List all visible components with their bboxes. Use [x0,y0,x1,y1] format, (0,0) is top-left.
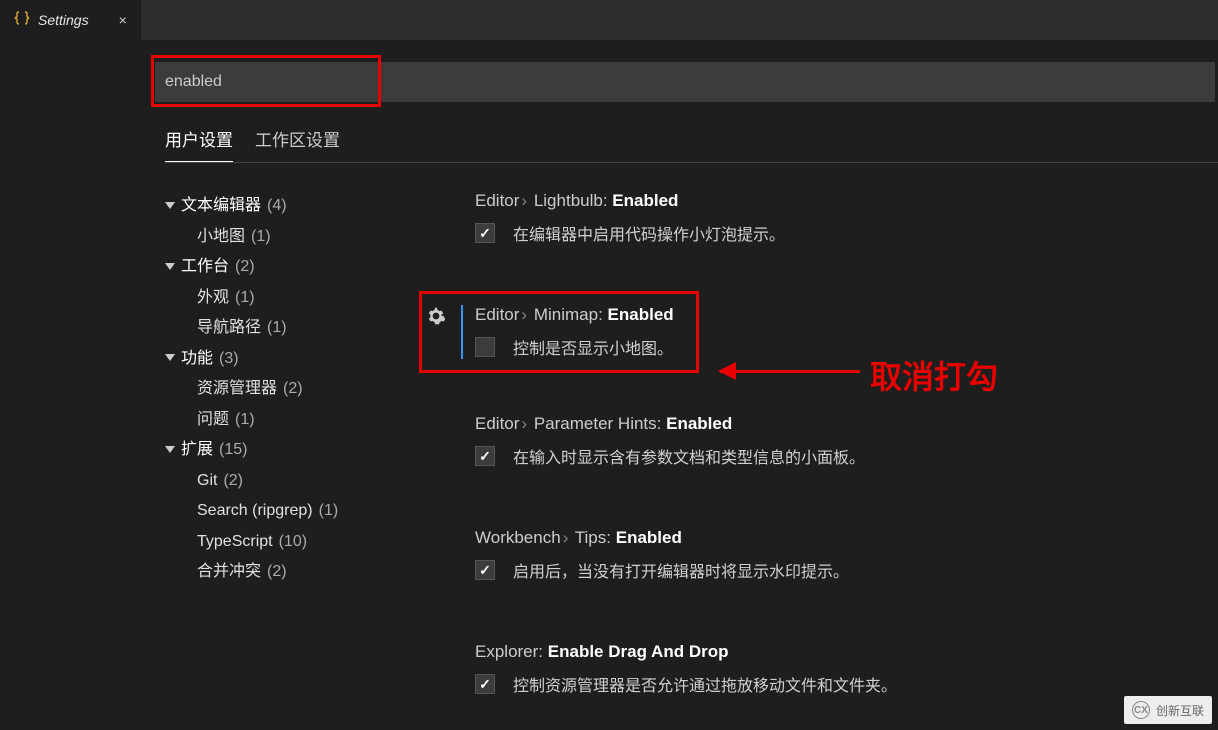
checkbox-explorer-dragdrop[interactable] [475,674,495,694]
setting-description: 控制是否显示小地图。 [513,335,673,359]
tree-item-extensions[interactable]: 扩展(15) [165,435,455,466]
tree-item-problems[interactable]: 问题(1) [165,405,455,436]
setting-title: Explorer: Enable Drag And Drop [475,642,1218,662]
watermark-text: 创新互联 [1156,702,1204,719]
setting-parameter-hints: Editor› Parameter Hints: Enabled 在输入时显示含… [475,414,1218,468]
setting-workbench-tips: Workbench› Tips: Enabled 启用后，当没有打开编辑器时将显… [475,528,1218,582]
tab-settings[interactable]: Settings × [0,0,142,40]
tree-item-features[interactable]: 功能(3) [165,344,455,375]
close-icon[interactable]: × [119,12,127,28]
search-input[interactable] [155,62,1215,102]
setting-description: 控制资源管理器是否允许通过拖放移动文件和文件夹。 [513,672,897,696]
tab-title: Settings [38,12,89,28]
tab-workspace-settings[interactable]: 工作区设置 [255,126,340,162]
tree-item-minimap[interactable]: 小地图(1) [165,222,455,253]
tree-item-breadcrumbs[interactable]: 导航路径(1) [165,313,455,344]
tree-item-typescript[interactable]: TypeScript(10) [165,527,455,558]
settings-list: Editor› Lightbulb: Enabled 在编辑器中启用代码操作小灯… [455,191,1218,706]
setting-lightbulb: Editor› Lightbulb: Enabled 在编辑器中启用代码操作小灯… [475,191,1218,245]
setting-description: 在编辑器中启用代码操作小灯泡提示。 [513,221,785,245]
checkbox-workbench-tips[interactable] [475,560,495,580]
tab-bar: Settings × [0,0,1218,40]
tree-item-appearance[interactable]: 外观(1) [165,283,455,314]
setting-title: Workbench› Tips: Enabled [475,528,1218,548]
setting-title: Editor› Parameter Hints: Enabled [475,414,1218,434]
chevron-down-icon [165,263,175,270]
chevron-down-icon [165,354,175,361]
watermark: CX 创新互联 [1124,696,1212,724]
setting-minimap: Editor› Minimap: Enabled 控制是否显示小地图。 [461,305,1218,359]
setting-description: 启用后，当没有打开编辑器时将显示水印提示。 [513,558,849,582]
annotation-highlight-minimap [419,291,699,373]
setting-title: Editor› Minimap: Enabled [475,305,1218,325]
checkbox-parameter-hints[interactable] [475,446,495,466]
tab-user-settings[interactable]: 用户设置 [165,126,233,162]
checkbox-minimap[interactable] [475,337,495,357]
setting-description: 在输入时显示含有参数文档和类型信息的小面板。 [513,444,865,468]
checkbox-lightbulb[interactable] [475,223,495,243]
watermark-logo-icon: CX [1132,701,1150,719]
tab-bar-empty [142,0,1218,40]
setting-title: Editor› Lightbulb: Enabled [475,191,1218,211]
tree-item-workbench[interactable]: 工作台(2) [165,252,455,283]
tree-item-git[interactable]: Git(2) [165,466,455,497]
tree-item-explorer[interactable]: 资源管理器(2) [165,374,455,405]
tree-item-text-editor[interactable]: 文本编辑器(4) [165,191,455,222]
settings-tabs: 用户设置 工作区设置 [165,126,1218,163]
tree-item-search-ripgrep[interactable]: Search (ripgrep)(1) [165,496,455,527]
tree-item-merge-conflict[interactable]: 合并冲突(2) [165,557,455,588]
settings-tree: 文本编辑器(4) 小地图(1) 工作台(2) 外观(1) 导航路径(1) 功能(… [165,191,455,706]
chevron-down-icon [165,446,175,453]
search-row [155,62,1218,102]
setting-explorer-dragdrop: Explorer: Enable Drag And Drop 控制资源管理器是否… [475,642,1218,696]
gear-icon[interactable] [427,307,445,330]
braces-icon [14,10,30,31]
chevron-down-icon [165,202,175,209]
